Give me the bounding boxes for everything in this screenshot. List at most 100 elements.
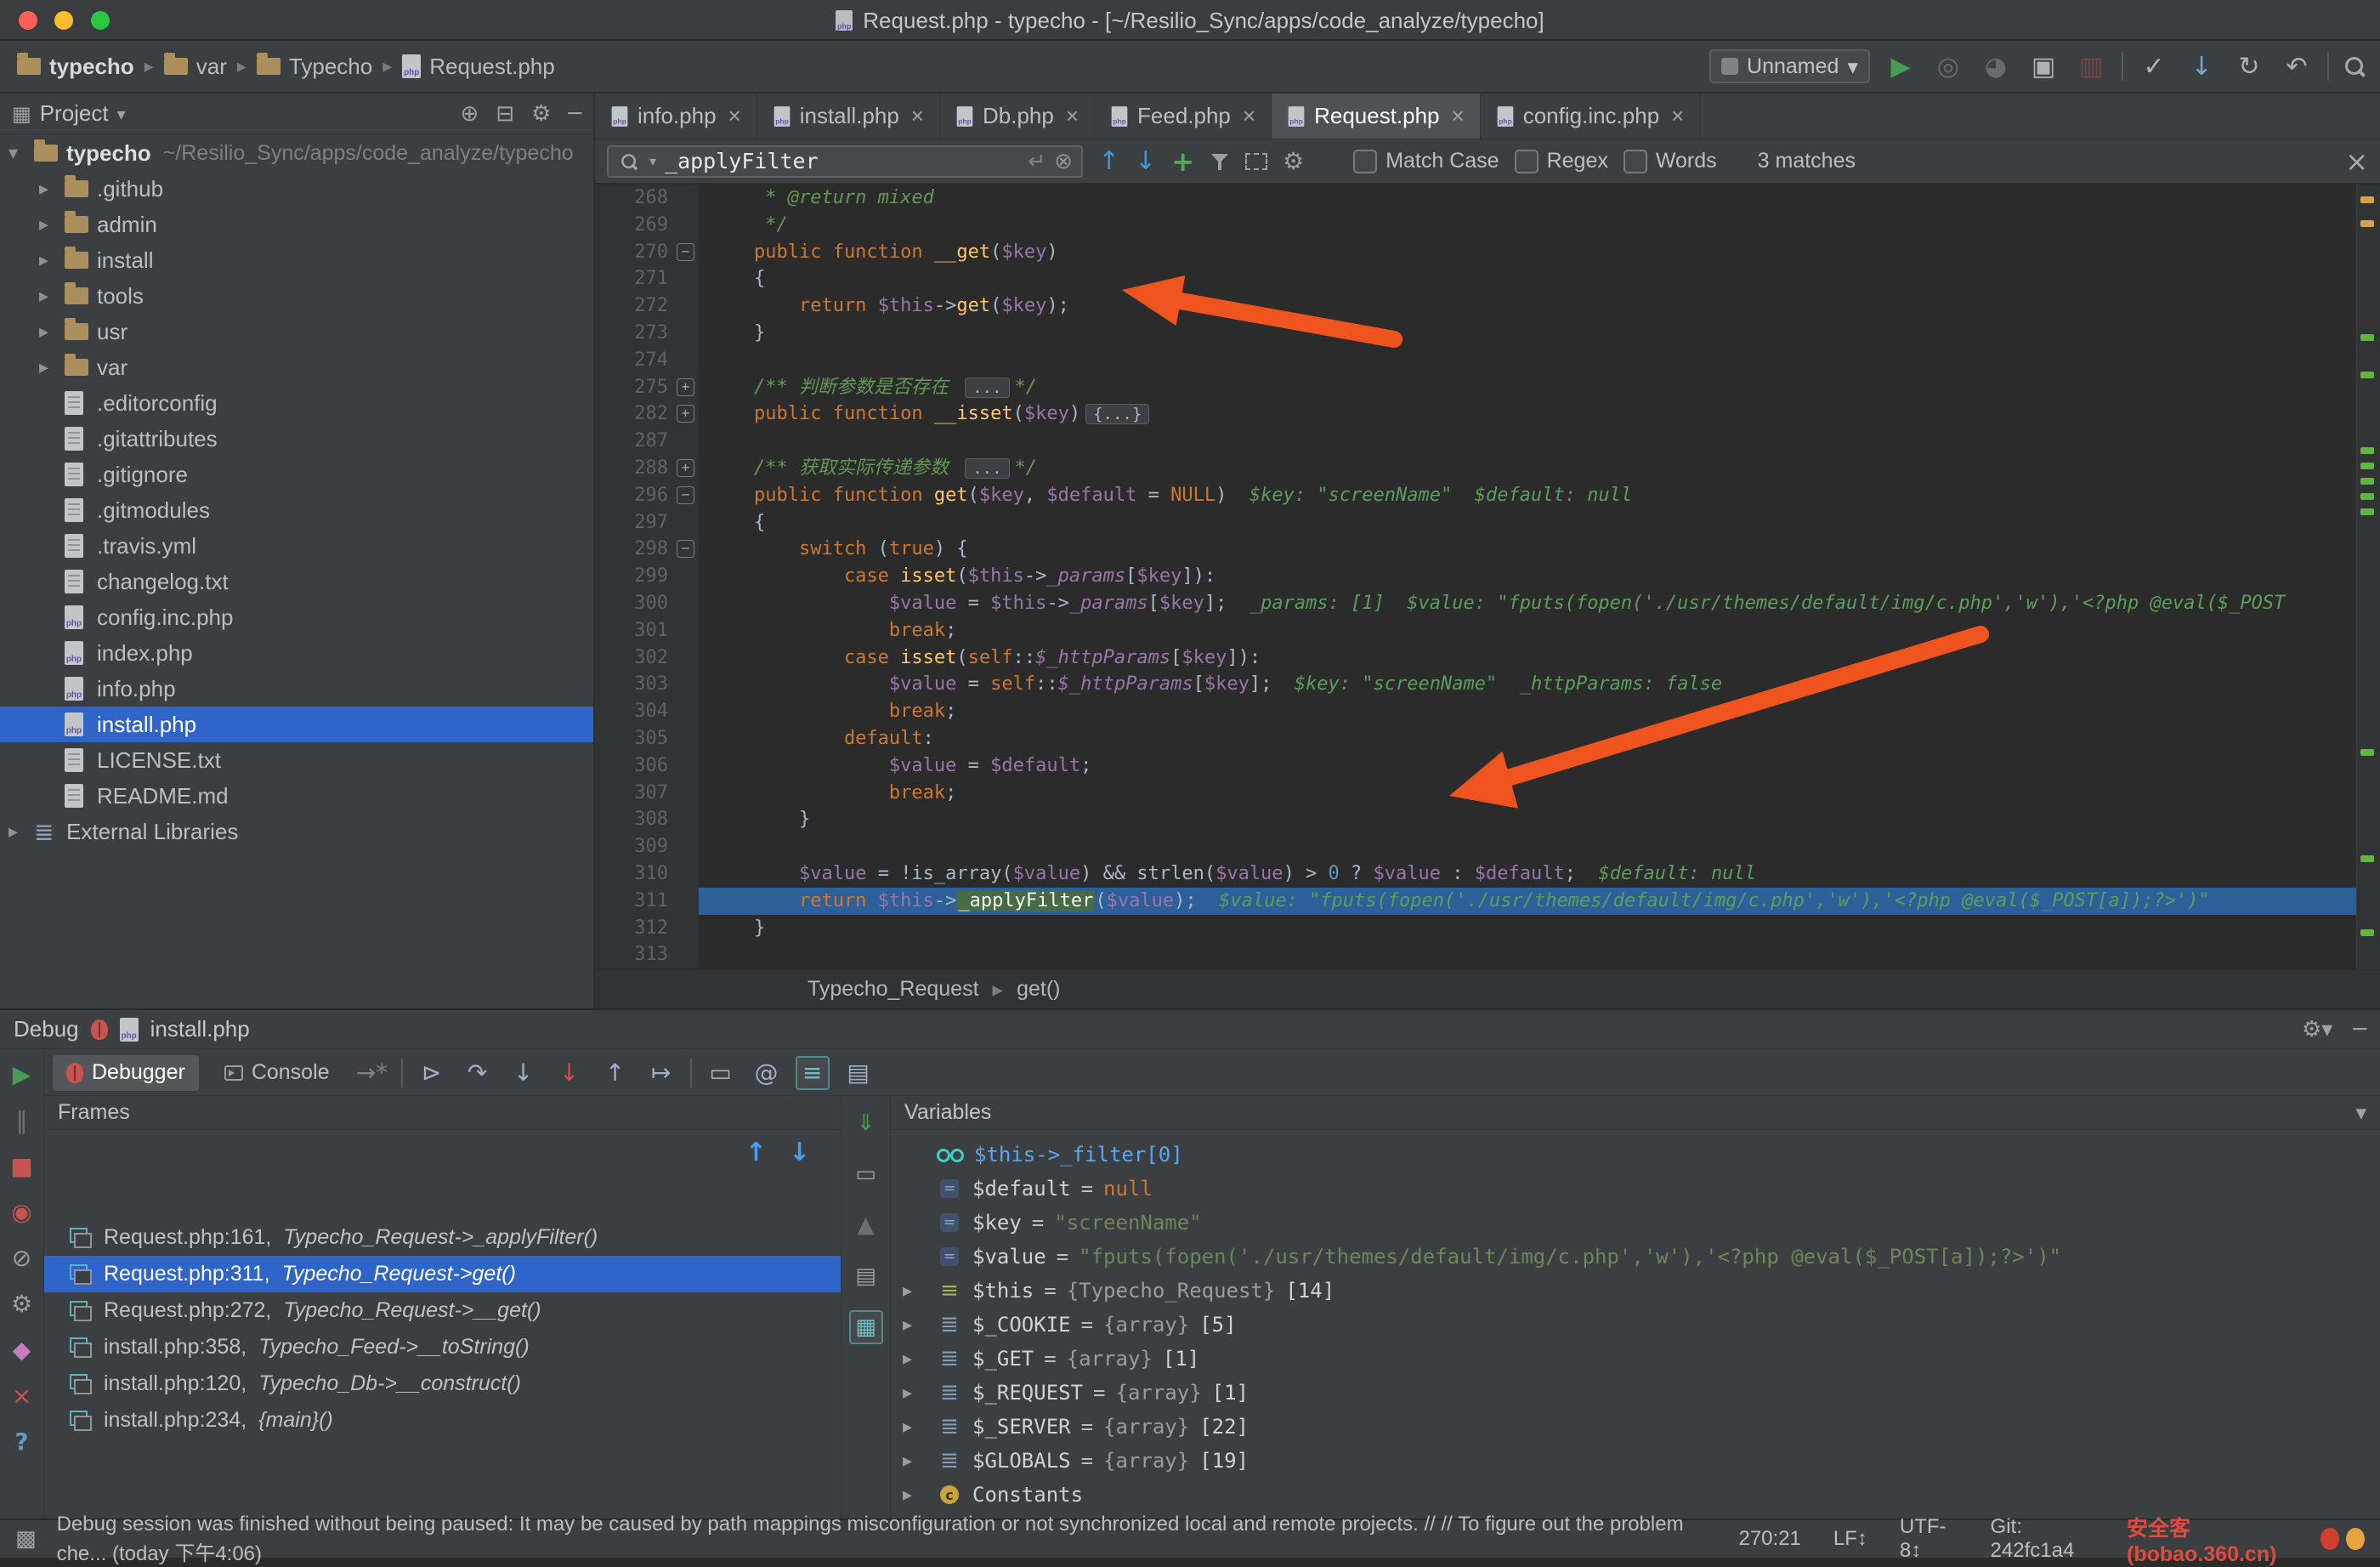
expand-arrow-icon[interactable]: ▸ [39,250,65,271]
evaluate-expression-button[interactable]: @ [750,1056,784,1090]
code-line-275[interactable]: 275+ /** 判断参数是否存在 ...*/ [595,374,2356,401]
close-tab-icon[interactable]: × [911,103,924,129]
variable-row[interactable]: ▸≣$_GET = {array} [1] [891,1342,2380,1376]
tree-item-gitattributes[interactable]: .gitattributes [0,421,593,457]
code-line-305[interactable]: 305 default: [595,725,2356,752]
inline-values-toggle[interactable]: ≡ [796,1056,830,1090]
fold-marker-icon[interactable]: + [677,405,694,423]
expand-arrow-icon[interactable]: ▸ [903,1485,926,1506]
code-line-298[interactable]: 298− switch (true) { [595,536,2356,563]
settings-gear-icon[interactable]: ⚙ [531,101,551,127]
focus-on-output-icon[interactable]: →* [355,1056,389,1090]
tab-db-php[interactable]: Db.php× [940,94,1095,139]
expand-arrow-icon[interactable]: ▸ [39,214,65,236]
concurrency-diagram-button[interactable]: ▣ [2026,49,2060,83]
run-button[interactable]: ▶ [1884,49,1918,83]
variable-row[interactable]: =$key = "screenName" [891,1206,2380,1240]
debug-settings-gear-icon[interactable]: ⚙▾ [2302,1017,2332,1042]
expand-arrow-icon[interactable]: ▸ [39,286,65,307]
code-line-273[interactable]: 273 } [595,320,2356,347]
toolwindow-switcher-icon[interactable]: ▩ [15,1526,37,1552]
code-line-303[interactable]: 303 $value = self::$_httpParams[$key]; $… [595,671,2356,698]
expand-arrow-icon[interactable]: ▸ [39,321,65,343]
profiler-button[interactable]: ◕ [1979,49,2013,83]
run-configuration-selector[interactable]: Unnamed ▾ [1709,49,1870,83]
search-settings-gear-icon[interactable]: ⚙ [1283,147,1304,175]
stop-button[interactable]: ■ [7,1150,37,1181]
pause-button[interactable]: ‖ [7,1104,37,1135]
tab-install-php[interactable]: install.php× [757,94,940,139]
expand-arrow-icon[interactable]: ▸ [903,1451,926,1472]
frame-row[interactable]: Request.php:272,Typecho_Request->__get() [44,1292,841,1329]
filter-search-icon[interactable] [1210,152,1230,171]
tab-debugger[interactable]: Debugger [53,1055,199,1091]
breadcrumb-item-typecho[interactable]: typecho [17,54,134,80]
close-tab-icon[interactable]: × [1066,103,1079,129]
code-line-300[interactable]: 300 $value = $this->_params[$key]; _para… [595,590,2356,617]
status-message[interactable]: Debug session was finished without being… [57,1513,1719,1566]
variable-row[interactable]: ▸≣$_COOKIE = {array} [5] [891,1308,2380,1342]
tree-item-external-libraries[interactable]: ▸≣External Libraries [0,814,593,849]
code-line-274[interactable]: 274 [595,347,2356,374]
search-in-selection-icon[interactable] [1245,153,1267,170]
collapse-all-icon[interactable]: ⊟ [496,101,514,127]
jump-to-source-icon[interactable]: ⇓ [849,1106,883,1140]
expand-arrow-icon[interactable]: ▸ [903,1348,926,1370]
tree-item-admin[interactable]: ▸admin [0,207,593,242]
next-frame-icon[interactable]: ↓ [789,1138,810,1167]
code-line-297[interactable]: 297 { [595,509,2356,537]
code-line-269[interactable]: 269 */ [595,212,2356,239]
code-line-306[interactable]: 306 $value = $default; [595,752,2356,780]
view-breakpoints-button[interactable]: ◉ [7,1196,37,1227]
close-find-bar-icon[interactable]: × [2345,145,2368,178]
expand-arrow-icon[interactable]: ▸ [903,1382,926,1404]
tree-item-license-txt[interactable]: LICENSE.txt [0,742,593,778]
help-icon[interactable]: ? [7,1426,37,1456]
expand-arrow-icon[interactable]: ▸ [8,821,34,843]
code-line-301[interactable]: 301 break; [595,617,2356,644]
update-project-button[interactable]: ↓ [2184,49,2218,83]
hide-variables-icon[interactable]: ▾ [2355,1100,2366,1125]
fold-marker-icon[interactable]: + [677,459,694,477]
copy-value-icon[interactable]: ▤ [849,1259,883,1293]
tree-item-info-php[interactable]: info.php [0,671,593,707]
words-option[interactable]: Words [1624,149,1717,173]
show-execution-point-button[interactable]: ⊳ [415,1056,449,1090]
stop-button[interactable]: ▥ [2074,49,2108,83]
code-editor[interactable]: 268 * @return mixed269 */270− public fun… [595,185,2356,969]
variable-row[interactable]: =$value = "fputs(fopen('./usr/themes/def… [891,1240,2380,1274]
search-input[interactable]: ▾ _applyFilter ↵ ⊗ [607,145,1083,178]
code-line-268[interactable]: 268 * @return mixed [595,185,2356,212]
locate-file-icon[interactable]: ⊕ [460,101,479,127]
code-line-296[interactable]: 296− public function get($key, $default … [595,482,2356,509]
hide-panel-icon[interactable]: ─ [568,101,581,127]
caret-position[interactable]: 270:21 [1738,1527,1800,1551]
close-tab-icon[interactable]: × [728,103,741,129]
variable-row[interactable]: =$default = null [891,1172,2380,1206]
tree-item-install-php[interactable]: install.php [0,707,593,742]
previous-frame-icon[interactable]: ↑ [745,1138,767,1167]
frame-row[interactable]: install.php:234,{main}() [44,1402,841,1439]
close-tab-icon[interactable]: × [1243,103,1255,129]
debug-layout-settings-icon[interactable]: ⚙ [7,1288,37,1319]
frame-row[interactable]: install.php:120,Typecho_Db->__construct(… [44,1365,841,1402]
line-separator-indicator[interactable]: LF↕ [1833,1527,1867,1551]
code-line-312[interactable]: 312 } [595,915,2356,942]
tab-config-inc-php[interactable]: config.inc.php× [1481,94,1701,139]
tree-item-usr[interactable]: ▸usr [0,314,593,349]
code-line-272[interactable]: 272 return $this->get($key); [595,292,2356,320]
variable-row[interactable]: ▸≣$GLOBALS = {array} [19] [891,1444,2380,1478]
breadcrumb-method[interactable]: get() [1017,977,1060,1002]
add-occurrence-icon[interactable]: + [1171,145,1194,178]
project-panel-title[interactable]: Project [40,100,109,127]
breadcrumb-item-Request[interactable]: Request.php [402,54,554,80]
expand-arrow-icon[interactable]: ▸ [903,1314,926,1336]
code-line-270[interactable]: 270− public function __get($key) [595,239,2356,266]
expand-arrow-icon[interactable]: ▸ [903,1280,926,1302]
sort-values-icon[interactable]: ▲ [849,1208,883,1242]
match-case-option[interactable]: Match Case [1353,149,1499,173]
fold-marker-icon[interactable]: − [677,540,694,558]
code-line-299[interactable]: 299 case isset($this->_params[$key]): [595,563,2356,590]
force-step-into-button[interactable]: ↓ [552,1056,586,1090]
expand-arrow-icon[interactable]: ▾ [8,143,34,164]
